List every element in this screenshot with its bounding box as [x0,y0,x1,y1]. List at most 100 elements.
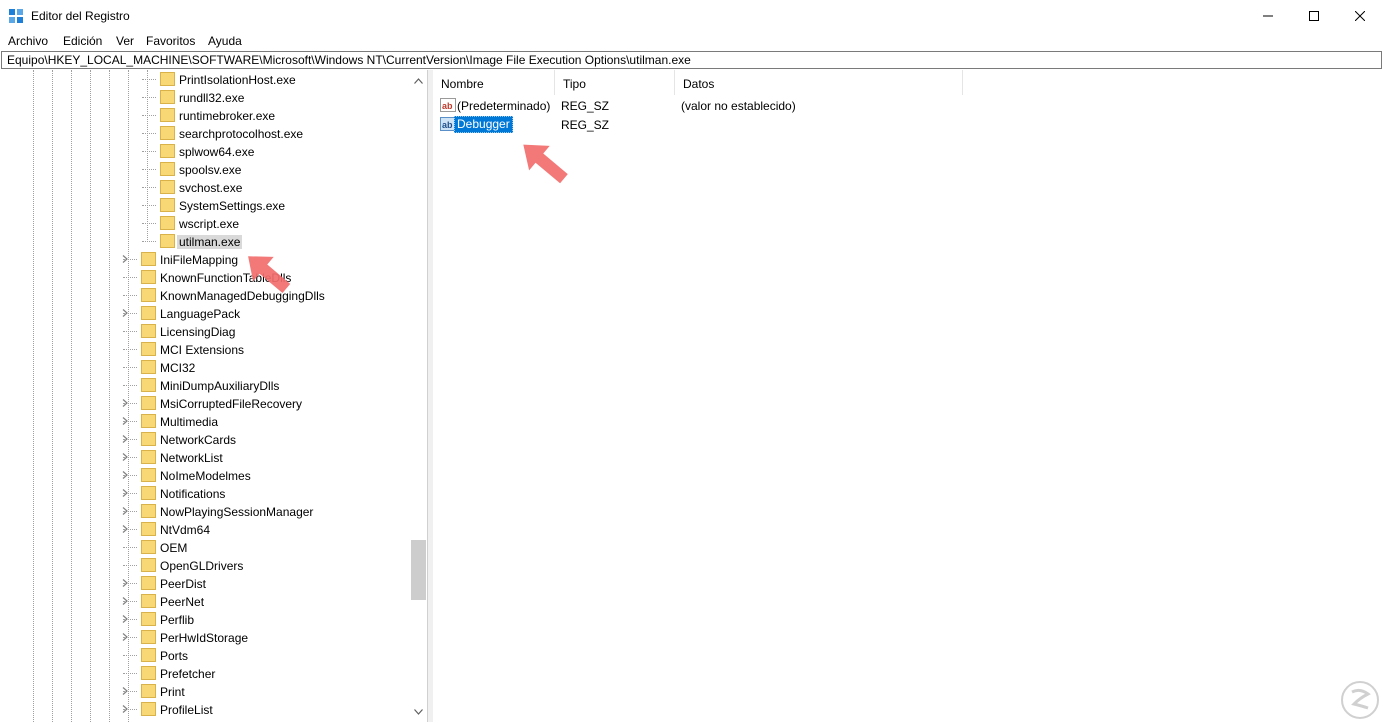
column-header-datos[interactable]: Datos [675,70,963,95]
tree-node[interactable]: KnownManagedDebuggingDlls [0,286,410,304]
tree-node[interactable]: MCI32 [0,358,410,376]
scroll-thumb[interactable] [411,540,426,600]
folder-icon [160,144,175,158]
chevron-right-icon[interactable] [121,579,129,587]
tree-node-label: NoImeModelmes [160,469,251,483]
chevron-right-icon[interactable] [121,507,129,515]
chevron-right-icon[interactable] [121,597,129,605]
tree-node[interactable]: NetworkCards [0,430,410,448]
tree-node[interactable]: Multimedia [0,412,410,430]
tree-node[interactable]: NoImeModelmes [0,466,410,484]
value-row[interactable]: ab (Predeterminado) REG_SZ (valor no est… [433,96,1033,115]
minimize-button[interactable] [1245,0,1291,31]
registry-tree[interactable]: PrintIsolationHost.exe rundll32.exe runtim… [0,70,428,722]
tree-node[interactable]: NowPlayingSessionManager [0,502,410,520]
chevron-right-icon[interactable] [121,489,129,497]
chevron-right-icon[interactable] [121,615,129,623]
tree-node[interactable]: LanguagePack [0,304,410,322]
value-name-editing[interactable]: Debugger [454,116,513,133]
address-path[interactable]: Equipo\HKEY_LOCAL_MACHINE\SOFTWARE\Micro… [7,53,691,67]
tree-node[interactable]: PrintIsolationHost.exe [0,70,410,88]
tree-node[interactable]: Perflib [0,610,410,628]
column-header-nombre[interactable]: Nombre [433,70,555,95]
scroll-up-button[interactable] [410,72,427,89]
tree-node[interactable]: Print [0,682,410,700]
folder-icon [141,630,156,644]
tree-node[interactable]: IniFileMapping [0,250,410,268]
tree-node-label: SystemSettings.exe [179,199,286,213]
folder-icon [141,702,156,716]
tree-node[interactable]: Notifications [0,484,410,502]
chevron-right-icon[interactable] [121,255,129,263]
tree-connector [123,367,137,368]
chevron-right-icon[interactable] [121,309,129,317]
close-button[interactable] [1337,0,1383,31]
tree-node[interactable]: searchprotocolhost.exe [0,124,410,142]
menu-bar: Archivo Edición Ver Favoritos Ayuda [0,31,1383,51]
menu-ver[interactable]: Ver [116,34,134,48]
tree-node-label: rundll32.exe [179,91,245,105]
tree-node[interactable]: PeerNet [0,592,410,610]
folder-icon [160,108,175,122]
tree-node[interactable]: PeerDist [0,574,410,592]
tree-node[interactable]: NetworkList [0,448,410,466]
column-label: Datos [683,77,715,91]
chevron-right-icon[interactable] [121,435,129,443]
tree-node-label: PeerDist [160,577,207,591]
registry-editor-icon [9,9,23,23]
tree-node[interactable]: wscript.exe [0,214,410,232]
folder-icon [141,360,156,374]
folder-icon [160,234,175,248]
tree-node-label: svchost.exe [179,181,243,195]
scroll-down-button[interactable] [410,703,427,720]
tree-node[interactable]: spoolsv.exe [0,160,410,178]
tree-node[interactable]: MiniDumpAuxiliaryDlls [0,376,410,394]
tree-node-label: Perflib [160,613,195,627]
chevron-right-icon[interactable] [121,399,129,407]
value-name: (Predeterminado) [457,99,551,113]
tree-node[interactable]: rundll32.exe [0,88,410,106]
tree-scrollbar[interactable] [410,70,427,722]
maximize-button[interactable] [1291,0,1337,31]
tree-node[interactable]: OpenGLDrivers [0,556,410,574]
tree-node[interactable]: MsiCorruptedFileRecovery [0,394,410,412]
tree-node-label: IniFileMapping [160,253,239,267]
svg-text:ab: ab [442,120,453,130]
value-row-selected[interactable]: ab Debugger REG_SZ [433,115,1033,134]
folder-icon [141,324,156,338]
column-header-tipo[interactable]: Tipo [555,70,675,95]
tree-connector [123,385,137,386]
chevron-right-icon[interactable] [121,633,129,641]
window-title: Editor del Registro [31,9,130,23]
address-bar[interactable]: Equipo\HKEY_LOCAL_MACHINE\SOFTWARE\Micro… [1,51,1382,69]
tree-node[interactable]: utilman.exe [0,232,410,250]
tree-node[interactable]: svchost.exe [0,178,410,196]
chevron-right-icon[interactable] [121,417,129,425]
chevron-right-icon[interactable] [121,705,129,713]
chevron-right-icon[interactable] [121,687,129,695]
value-type: REG_SZ [561,99,610,113]
chevron-right-icon[interactable] [121,453,129,461]
tree-node[interactable]: NtVdm64 [0,520,410,538]
menu-edicion[interactable]: Edición [63,34,102,48]
tree-node[interactable]: runtimebroker.exe [0,106,410,124]
tree-node[interactable]: ProfileList [0,700,410,718]
menu-favoritos[interactable]: Favoritos [146,34,195,48]
tree-node[interactable]: Ports [0,646,410,664]
chevron-right-icon[interactable] [121,471,129,479]
menu-ayuda[interactable]: Ayuda [208,34,242,48]
tree-node[interactable]: SystemSettings.exe [0,196,410,214]
tree-connector [142,133,156,134]
menu-archivo[interactable]: Archivo [8,34,48,48]
tree-node-label: OpenGLDrivers [160,559,244,573]
tree-node-label: MsiCorruptedFileRecovery [160,397,303,411]
tree-node[interactable]: OEM [0,538,410,556]
tree-node[interactable]: Prefetcher [0,664,410,682]
tree-node[interactable]: MCI Extensions [0,340,410,358]
tree-node[interactable]: LicensingDiag [0,322,410,340]
value-data: (valor no establecido) [681,99,796,113]
tree-node[interactable]: KnownFunctionTableDlls [0,268,410,286]
tree-node[interactable]: splwow64.exe [0,142,410,160]
chevron-right-icon[interactable] [121,525,129,533]
tree-node[interactable]: PerHwIdStorage [0,628,410,646]
